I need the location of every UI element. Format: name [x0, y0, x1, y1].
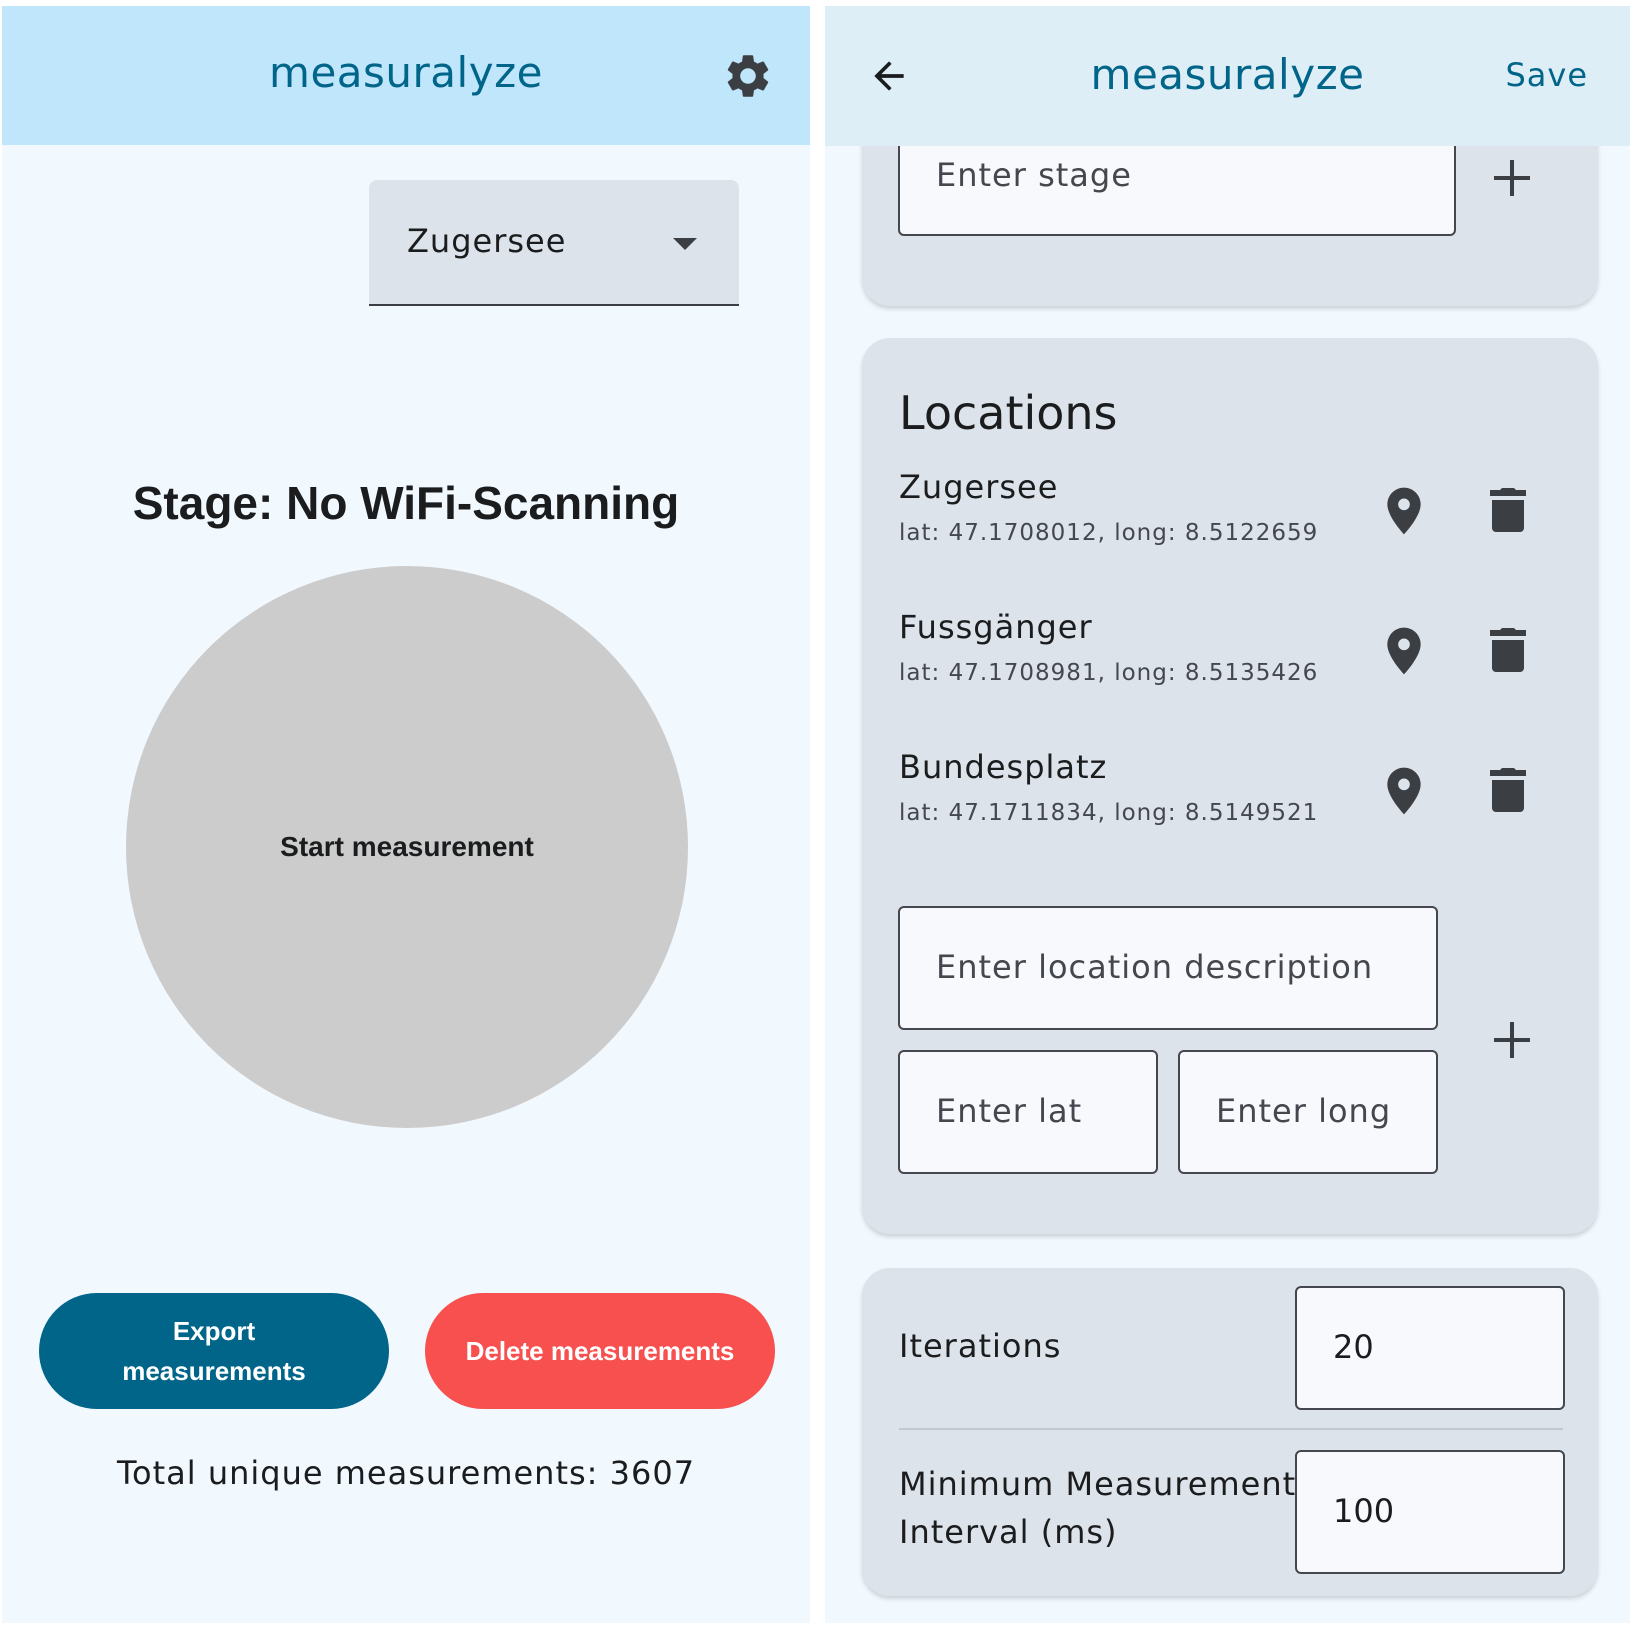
stage-input-placeholder: Enter stage [936, 156, 1132, 194]
gear-icon[interactable] [722, 50, 774, 102]
locations-card: Locations Zugersee lat: 47.1708012, long… [862, 338, 1598, 1234]
divider [899, 1428, 1563, 1430]
start-measurement-button[interactable]: Start measurement [126, 566, 688, 1128]
location-coords: lat: 47.1708981, long: 8.5135426 [899, 660, 1319, 686]
stage-heading: Stage: No WiFi-Scanning [132, 477, 680, 529]
interval-value: 100 [1333, 1492, 1395, 1530]
save-button[interactable]: Save [1505, 56, 1588, 94]
iterations-input[interactable]: 20 [1295, 1286, 1565, 1410]
location-description-input[interactable]: Enter location description [898, 906, 1438, 1030]
main-screen: measuralyze Zugersee Stage: No WiFi-Scan… [2, 6, 810, 1623]
iterations-value: 20 [1333, 1328, 1374, 1366]
dropdown-selected-value: Zugersee [407, 222, 567, 260]
settings-screen: measuralyze Save Enter stage Locations Z… [825, 6, 1630, 1623]
long-input-placeholder: Enter long [1216, 1092, 1392, 1130]
map-pin-icon[interactable] [1384, 626, 1424, 676]
measurement-settings-card: Iterations 20 Minimum Measurement Interv… [862, 1268, 1598, 1596]
interval-label: Minimum Measurement Interval (ms) [899, 1460, 1296, 1556]
location-item: Bundesplatz lat: 47.1711834, long: 8.514… [862, 748, 1598, 868]
trash-icon[interactable] [1490, 488, 1526, 532]
app-bar: measuralyze [2, 6, 810, 145]
total-measurements-text: Total unique measurements: 3607 [116, 1454, 696, 1492]
app-bar: measuralyze Save [825, 6, 1630, 146]
location-description-placeholder: Enter location description [936, 948, 1374, 986]
add-stage-icon[interactable] [1494, 160, 1530, 196]
map-pin-icon[interactable] [1384, 486, 1424, 536]
add-location-icon[interactable] [1494, 1022, 1530, 1058]
interval-input[interactable]: 100 [1295, 1450, 1565, 1574]
export-measurements-button[interactable]: Export measurements [39, 1293, 389, 1409]
app-title: measuralyze [269, 48, 543, 97]
map-pin-icon[interactable] [1384, 766, 1424, 816]
trash-icon[interactable] [1490, 768, 1526, 812]
location-item: Fussgänger lat: 47.1708981, long: 8.5135… [862, 608, 1598, 728]
lat-input[interactable]: Enter lat [898, 1050, 1158, 1174]
start-measurement-label: Start measurement [280, 831, 534, 862]
delete-button-label: Delete measurements [465, 1336, 735, 1366]
location-coords: lat: 47.1711834, long: 8.5149521 [899, 800, 1319, 826]
iterations-label: Iterations [899, 1327, 1062, 1365]
location-name: Bundesplatz [899, 748, 1108, 786]
location-coords: lat: 47.1708012, long: 8.5122659 [899, 520, 1319, 546]
interval-label-line2: Interval (ms) [899, 1513, 1118, 1551]
trash-icon[interactable] [1490, 628, 1526, 672]
long-input[interactable]: Enter long [1178, 1050, 1438, 1174]
lat-input-placeholder: Enter lat [936, 1092, 1083, 1130]
location-dropdown[interactable]: Zugersee [369, 180, 739, 306]
locations-title: Locations [899, 386, 1118, 440]
export-button-label: Export measurements [122, 1316, 306, 1386]
interval-label-line1: Minimum Measurement [899, 1465, 1297, 1503]
location-name: Fussgänger [899, 608, 1093, 646]
delete-measurements-button[interactable]: Delete measurements [425, 1293, 775, 1409]
location-name: Zugersee [899, 468, 1059, 506]
dropdown-arrow-icon [673, 238, 697, 250]
location-item: Zugersee lat: 47.1708012, long: 8.512265… [862, 468, 1598, 588]
